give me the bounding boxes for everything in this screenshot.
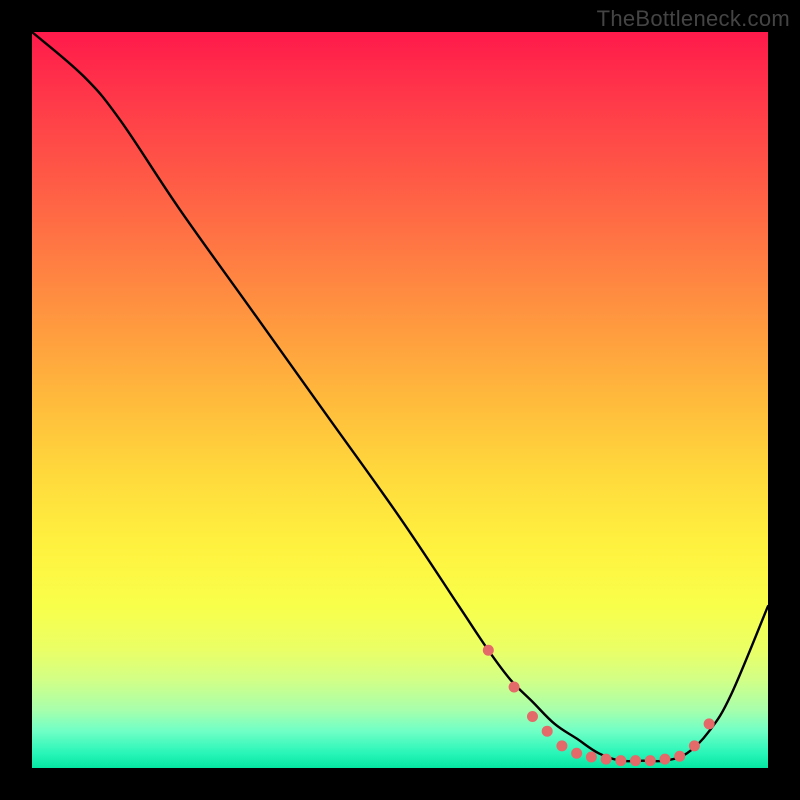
curve-marker <box>615 755 626 766</box>
curve-marker <box>601 754 612 765</box>
bottleneck-curve <box>32 32 768 761</box>
watermark-text: TheBottleneck.com <box>597 6 790 32</box>
curve-marker <box>509 682 520 693</box>
curve-marker <box>645 755 656 766</box>
curve-marker <box>630 755 641 766</box>
curve-marker <box>483 645 494 656</box>
curve-marker <box>542 726 553 737</box>
curve-marker <box>571 748 582 759</box>
curve-marker <box>556 740 567 751</box>
curve-markers <box>483 645 715 766</box>
curve-layer <box>32 32 768 768</box>
curve-marker <box>586 751 597 762</box>
chart-frame: TheBottleneck.com <box>0 0 800 800</box>
curve-marker <box>674 751 685 762</box>
curve-marker <box>689 740 700 751</box>
curve-marker <box>527 711 538 722</box>
plot-area <box>32 32 768 768</box>
curve-marker <box>704 718 715 729</box>
curve-marker <box>659 754 670 765</box>
